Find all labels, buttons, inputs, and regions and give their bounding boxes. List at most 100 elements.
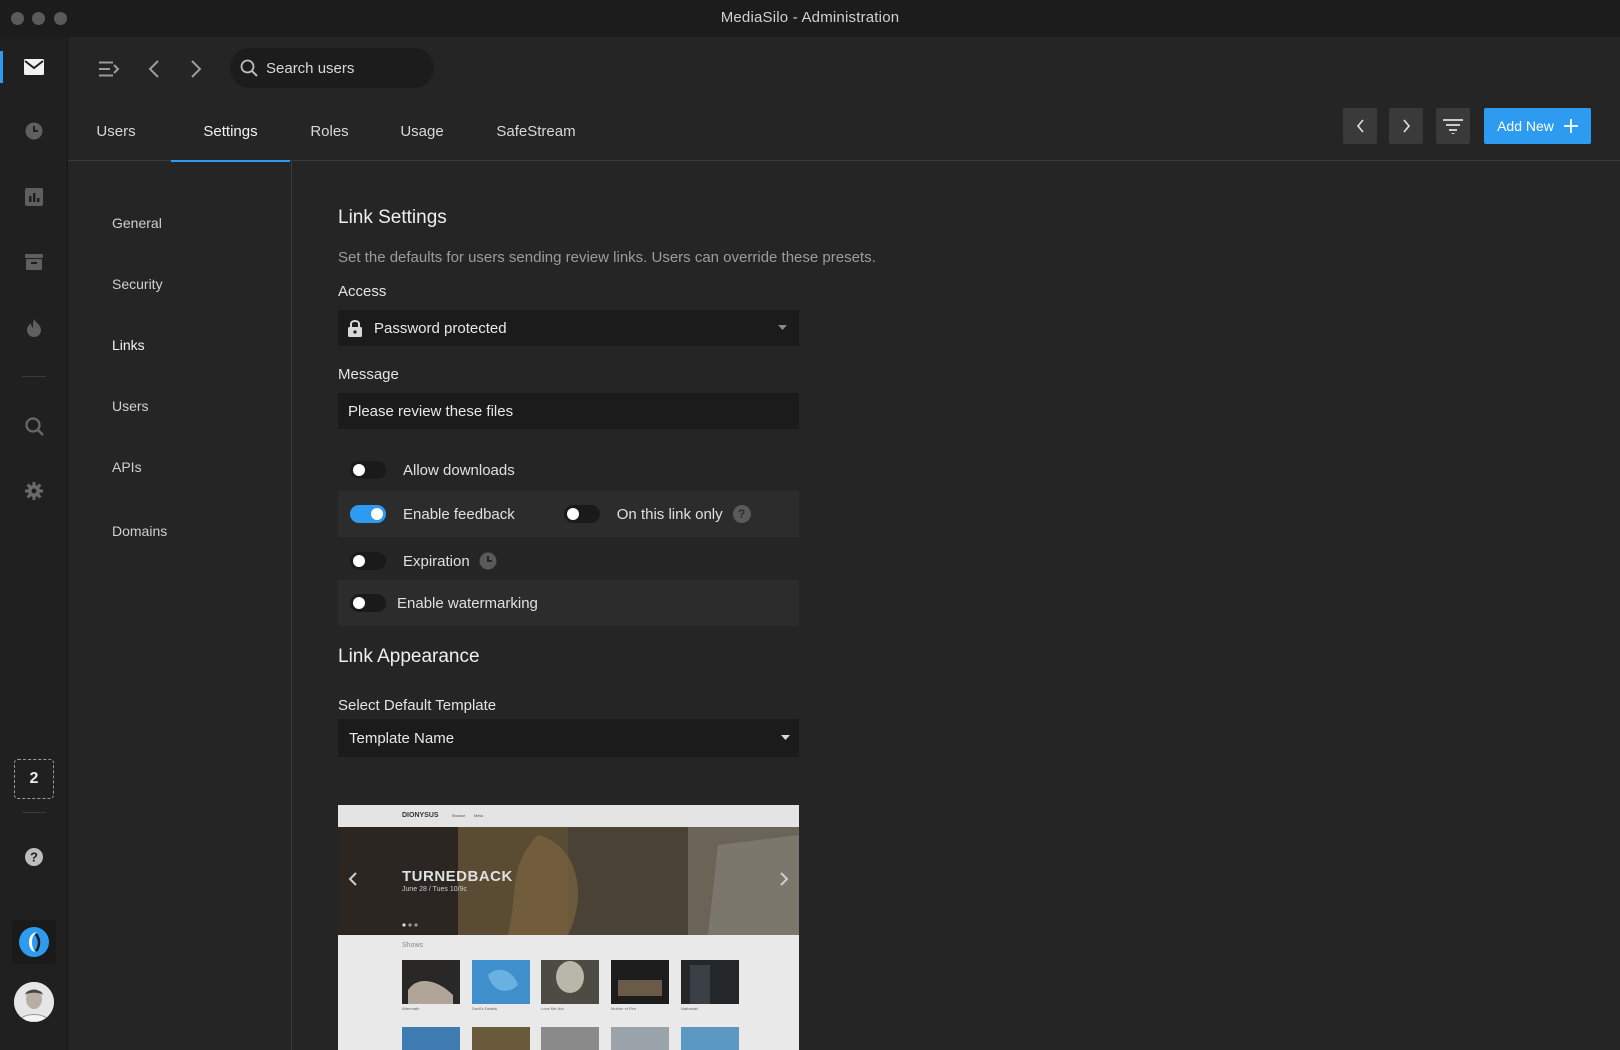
add-new-label: Add New <box>1497 118 1554 134</box>
preview-section-shows: Shows <box>402 942 424 949</box>
template-preview[interactable]: DIONYSUS Browse Meta TURNEDBACK June 28 … <box>338 805 799 1050</box>
clock-icon <box>25 122 43 140</box>
rail-recent[interactable] <box>0 111 68 151</box>
user-avatar-icon <box>14 982 54 1022</box>
expiration-row: Expiration <box>338 538 799 584</box>
enable-feedback-toggle[interactable] <box>350 505 386 523</box>
tab-users[interactable]: Users <box>68 101 164 161</box>
search-box[interactable] <box>230 48 434 88</box>
message-value: Please review these files <box>348 402 514 420</box>
add-new-button[interactable]: Add New <box>1484 108 1591 144</box>
subnav-links[interactable]: Links <box>112 337 145 353</box>
plus-icon <box>1563 119 1578 133</box>
mediasilo-logo-icon <box>19 927 49 957</box>
preview-hero-subtitle: June 28 / Tues 10/9c <box>402 886 467 893</box>
enable-feedback-row: Enable feedback On this link only ? <box>338 491 799 537</box>
message-input[interactable]: Please review these files <box>338 393 799 429</box>
preview-nav-meta: Meta <box>474 813 483 818</box>
allow-downloads-toggle[interactable] <box>350 461 386 479</box>
tab-safestream[interactable]: SafeStream <box>484 101 588 161</box>
gear-icon <box>25 482 43 500</box>
preview-hero-title: TURNEDBACK <box>402 868 513 885</box>
help-icon: ? <box>25 848 43 866</box>
link-settings-title: Link Settings <box>338 207 447 228</box>
filter-icon <box>1443 119 1463 134</box>
subnav-general[interactable]: General <box>112 215 162 231</box>
filter-button[interactable] <box>1436 108 1470 144</box>
search-icon <box>24 416 44 436</box>
top-bar <box>68 37 1620 101</box>
access-value: Password protected <box>374 319 507 337</box>
template-preview-graphic <box>338 805 799 1050</box>
subnav-apis[interactable]: APIs <box>112 459 142 475</box>
rail-help[interactable]: ? <box>0 837 68 877</box>
link-appearance-title: Link Appearance <box>338 646 480 667</box>
search-icon <box>240 59 258 77</box>
back-button[interactable] <box>138 53 170 85</box>
chevron-left-icon <box>1356 119 1364 133</box>
caret-down-icon <box>781 735 790 740</box>
on-this-link-only-label: On this link only <box>616 505 723 523</box>
bar-chart-icon <box>25 188 43 206</box>
link-settings-panel: Link Settings Set the defaults for users… <box>338 161 1538 1050</box>
rail-analytics[interactable] <box>0 177 68 217</box>
access-select[interactable]: Password protected <box>338 310 799 346</box>
rail-archive[interactable] <box>0 242 68 282</box>
expiration-toggle[interactable] <box>350 552 386 570</box>
link-settings-description: Set the defaults for users sending revie… <box>338 249 876 266</box>
rail-divider <box>22 376 46 377</box>
enable-watermarking-toggle[interactable] <box>350 594 386 612</box>
subnav-users[interactable]: Users <box>112 398 149 414</box>
task-counter[interactable]: 2 <box>14 759 54 799</box>
preview-show-title: Aftermath <box>402 1006 420 1011</box>
search-input[interactable] <box>266 59 416 77</box>
caret-down-icon <box>778 325 787 330</box>
brand-logo[interactable] <box>12 920 56 964</box>
chevron-right-icon <box>191 60 202 78</box>
lock-icon <box>348 320 362 337</box>
preview-show-title: Love Me Not <box>541 1006 564 1011</box>
prev-page-button[interactable] <box>1343 108 1377 144</box>
preview-nav-browse: Browse <box>452 813 466 818</box>
preview-show-title: Devil's Details <box>472 1006 497 1011</box>
clock-icon <box>479 552 497 570</box>
archive-icon <box>25 254 43 270</box>
template-value: Template Name <box>349 729 455 747</box>
window-title: MediaSilo - Administration <box>720 9 900 26</box>
tab-usage[interactable]: Usage <box>386 101 458 161</box>
title-bar: MediaSilo - Administration <box>0 0 1620 37</box>
message-label: Message <box>338 366 399 383</box>
template-select[interactable]: Template Name <box>338 719 799 757</box>
envelope-icon <box>24 59 44 75</box>
chevron-right-icon <box>1402 119 1410 133</box>
question-icon[interactable]: ? <box>732 505 751 523</box>
rail-inbox[interactable] <box>0 47 68 87</box>
collapse-menu-icon <box>99 61 120 77</box>
settings-subnav: General Security Links Users APIs Domain… <box>68 161 292 1050</box>
on-this-link-only-toggle[interactable] <box>563 505 600 523</box>
app-rail: 2 ? <box>0 37 68 1050</box>
enable-watermarking-row: Enable watermarking <box>338 580 799 626</box>
enable-feedback-label: Enable feedback <box>403 505 515 523</box>
forward-button[interactable] <box>180 53 212 85</box>
access-label: Access <box>338 283 387 300</box>
rail-search[interactable] <box>0 406 68 446</box>
enable-watermarking-label: Enable watermarking <box>397 594 538 612</box>
tab-roles[interactable]: Roles <box>296 101 363 161</box>
allow-downloads-label: Allow downloads <box>403 461 515 479</box>
rail-divider <box>22 812 46 813</box>
subnav-domains[interactable]: Domains <box>112 523 167 539</box>
next-page-button[interactable] <box>1389 108 1423 144</box>
preview-brand: DIONYSUS <box>402 812 439 819</box>
subnav-security[interactable]: Security <box>112 276 163 292</box>
chevron-left-icon <box>148 60 159 78</box>
preview-show-title: Mother of Fire <box>611 1006 636 1011</box>
tab-settings[interactable]: Settings <box>171 101 290 162</box>
rail-trending[interactable] <box>0 308 68 348</box>
toggle-sidebar-button[interactable] <box>94 53 126 85</box>
template-label: Select Default Template <box>338 697 497 714</box>
rail-settings[interactable] <box>0 471 68 511</box>
user-avatar[interactable] <box>14 982 54 1022</box>
svg-text:?: ? <box>30 850 38 865</box>
expiration-label: Expiration <box>403 552 470 570</box>
